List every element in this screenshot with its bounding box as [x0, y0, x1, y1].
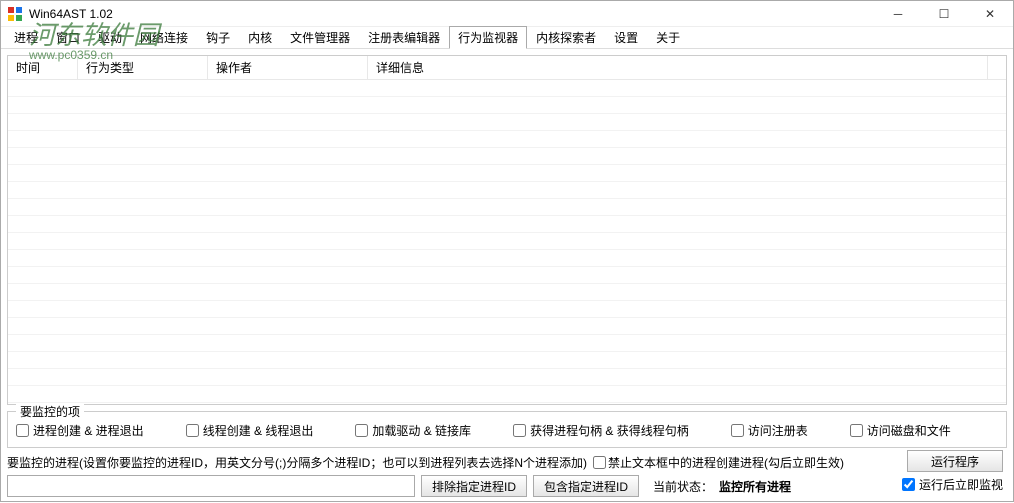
grid-header: 时间行为类型操作者详细信息	[8, 56, 1006, 80]
titlebar: Win64AST 1.02 ─ ☐ ✕	[1, 1, 1013, 27]
monitor-check[interactable]: 访问磁盘和文件	[850, 422, 951, 439]
monitor-checkbox[interactable]	[355, 424, 368, 437]
monitor-items-group: 要监控的项 进程创建 & 进程退出线程创建 & 线程退出加载驱动 & 链接库获得…	[7, 411, 1007, 448]
grid-row[interactable]	[8, 182, 1006, 199]
minimize-button[interactable]: ─	[875, 1, 921, 26]
tab-item[interactable]: 内核	[239, 26, 281, 49]
monitor-checkbox[interactable]	[850, 424, 863, 437]
monitor-check[interactable]: 访问注册表	[731, 422, 808, 439]
monitor-checks-row: 进程创建 & 进程退出 线程创建 & 线程退出 加载驱动 & 链接库 获得进程句柄 &…	[16, 418, 998, 439]
tab-item[interactable]: 文件管理器	[281, 26, 359, 49]
app-icon	[7, 6, 23, 22]
grid-row[interactable]	[8, 335, 1006, 352]
right-panel: 运行程序 运行后立即监视	[902, 450, 1003, 493]
grid-body[interactable]	[8, 80, 1006, 404]
status-label: 当前状态：	[653, 478, 713, 495]
tab-item[interactable]: 关于	[647, 26, 689, 49]
forbid-create-check[interactable]: 禁止文本框中的进程创建进程(勾后立即生效)	[591, 454, 844, 471]
grid-column-header[interactable]: 时间	[8, 56, 78, 79]
process-id-input[interactable]	[7, 475, 415, 497]
window-title: Win64AST 1.02	[29, 7, 875, 21]
tab-item[interactable]: 设置	[605, 26, 647, 49]
process-filter-label: 要监控的进程(设置你要监控的进程ID，用英文分号(;)分隔多个进程ID；也可以到…	[7, 454, 587, 471]
monitor-check[interactable]: 获得进程句柄 & 获得线程句柄	[513, 422, 689, 439]
grid-row[interactable]	[8, 216, 1006, 233]
grid-row[interactable]	[8, 97, 1006, 114]
grid-row[interactable]	[8, 250, 1006, 267]
monitor-checkbox[interactable]	[513, 424, 526, 437]
grid-row[interactable]	[8, 131, 1006, 148]
grid-row[interactable]	[8, 233, 1006, 250]
status-value: 监控所有进程	[719, 478, 791, 495]
tab-item[interactable]: 网络连接	[131, 26, 197, 49]
grid-column-header[interactable]: 详细信息	[368, 56, 988, 79]
grid-row[interactable]	[8, 199, 1006, 216]
monitor-check[interactable]: 进程创建 & 进程退出	[16, 422, 144, 439]
maximize-button[interactable]: ☐	[921, 1, 967, 26]
tab-item[interactable]: 内核探索者	[527, 26, 605, 49]
process-filter-row: 要监控的进程(设置你要监控的进程ID，用英文分号(;)分隔多个进程ID；也可以到…	[7, 454, 1007, 471]
grid-row[interactable]	[8, 386, 1006, 403]
include-pid-button[interactable]: 包含指定进程ID	[533, 475, 639, 497]
auto-monitor-check[interactable]: 运行后立即监视	[902, 476, 1003, 493]
grid-row[interactable]	[8, 369, 1006, 386]
grid-row[interactable]	[8, 80, 1006, 97]
grid-column-header[interactable]: 行为类型	[78, 56, 208, 79]
grid-row[interactable]	[8, 284, 1006, 301]
tab-bar: 进程窗口驱动网络连接钩子内核文件管理器注册表编辑器行为监视器内核探索者设置关于	[1, 27, 1013, 49]
auto-monitor-checkbox[interactable]	[902, 478, 915, 491]
grid-column-header[interactable]: 操作者	[208, 56, 368, 79]
grid-row[interactable]	[8, 165, 1006, 182]
filter-controls-row: 排除指定进程ID 包含指定进程ID 当前状态： 监控所有进程	[7, 475, 1007, 497]
window-controls: ─ ☐ ✕	[875, 1, 1013, 26]
grid-row[interactable]	[8, 352, 1006, 369]
monitor-checkbox[interactable]	[16, 424, 29, 437]
run-program-button[interactable]: 运行程序	[907, 450, 1003, 472]
monitor-check[interactable]: 线程创建 & 线程退出	[186, 422, 314, 439]
grid-row[interactable]	[8, 301, 1006, 318]
group-label: 要监控的项	[16, 403, 84, 420]
forbid-create-checkbox[interactable]	[593, 456, 606, 469]
tab-item[interactable]: 进程	[5, 26, 47, 49]
tab-item[interactable]: 窗口	[47, 26, 89, 49]
tab-item[interactable]: 注册表编辑器	[359, 26, 449, 49]
tab-item[interactable]: 驱动	[89, 26, 131, 49]
monitor-check[interactable]: 加载驱动 & 链接库	[355, 422, 471, 439]
monitor-grid[interactable]: 时间行为类型操作者详细信息	[7, 55, 1007, 405]
monitor-checkbox[interactable]	[186, 424, 199, 437]
monitor-checkbox[interactable]	[731, 424, 744, 437]
grid-row[interactable]	[8, 114, 1006, 131]
grid-row[interactable]	[8, 148, 1006, 165]
grid-row[interactable]	[8, 267, 1006, 284]
tab-item[interactable]: 钩子	[197, 26, 239, 49]
tab-item[interactable]: 行为监视器	[449, 26, 527, 49]
close-button[interactable]: ✕	[967, 1, 1013, 26]
exclude-pid-button[interactable]: 排除指定进程ID	[421, 475, 527, 497]
grid-row[interactable]	[8, 318, 1006, 335]
